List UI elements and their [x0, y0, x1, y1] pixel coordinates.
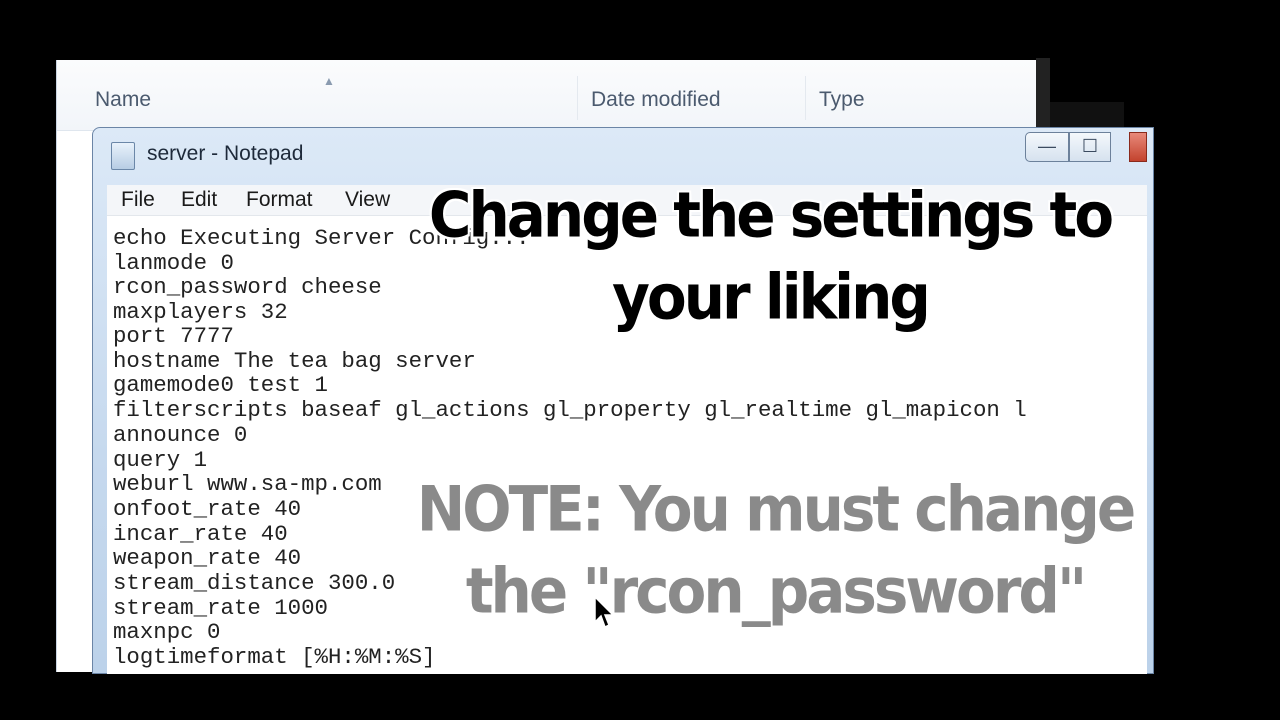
text-line: stream_rate 1000 [113, 595, 328, 621]
maximize-button[interactable]: ☐ [1069, 132, 1111, 162]
menu-format[interactable]: Format [246, 188, 313, 212]
text-line: stream_distance 300.0 [113, 570, 396, 596]
notepad-icon[interactable] [111, 142, 135, 170]
column-divider[interactable] [805, 76, 806, 120]
background-edge [1050, 102, 1124, 128]
close-button[interactable] [1129, 132, 1147, 162]
text-line: lanmode 0 [113, 250, 234, 276]
column-type[interactable]: Type [819, 88, 865, 112]
text-line: weburl www.sa-mp.com [113, 471, 382, 497]
column-date-modified[interactable]: Date modified [591, 88, 721, 112]
text-line: incar_rate 40 [113, 521, 288, 547]
text-line: rcon_password cheese [113, 274, 382, 300]
text-line: maxplayers 32 [113, 299, 288, 325]
mouse-cursor-icon [594, 596, 615, 629]
menu-view[interactable]: View [345, 188, 390, 212]
text-line: port 7777 [113, 323, 234, 349]
minimize-button[interactable]: — [1025, 132, 1069, 162]
caption-note: NOTE: You must change the "rcon_password… [416, 472, 1137, 628]
window-title: server - Notepad [147, 142, 304, 165]
sort-ascending-icon: ▲ [323, 74, 335, 88]
text-line: weapon_rate 40 [113, 545, 302, 571]
text-line: announce 0 [113, 422, 248, 448]
text-line: hostname The tea bag server [113, 348, 476, 374]
column-header-bar: ▲ Name Date modified Type [57, 60, 1037, 131]
menu-edit[interactable]: Edit [181, 188, 217, 212]
text-line: logtimeformat [%H:%M:%S] [113, 644, 436, 670]
text-line: maxnpc 0 [113, 619, 221, 645]
column-divider[interactable] [577, 76, 578, 120]
text-line: onfoot_rate 40 [113, 496, 302, 522]
background-edge [1036, 58, 1050, 128]
column-name[interactable]: Name [95, 88, 151, 112]
text-line: query 1 [113, 447, 208, 473]
menu-file[interactable]: File [121, 188, 155, 212]
text-line: gamemode0 test 1 [113, 372, 328, 398]
text-line: filterscripts baseaf gl_actions gl_prope… [113, 397, 1027, 423]
caption-top: Change the settings to your liking [428, 178, 1114, 334]
